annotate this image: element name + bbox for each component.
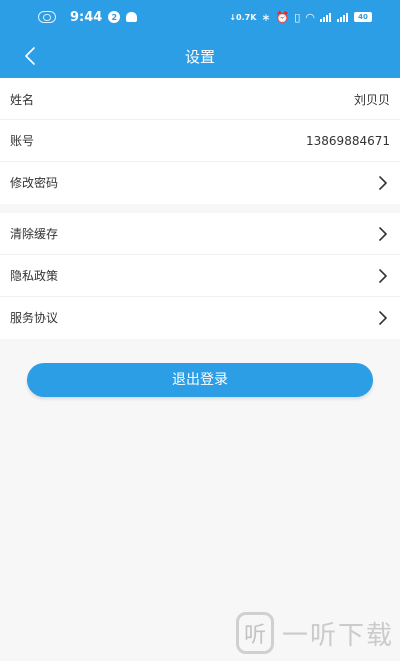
- misc-group: 清除缓存 隐私政策 服务协议: [0, 213, 400, 339]
- assistant-icon: [38, 11, 56, 23]
- privacy-policy-row[interactable]: 隐私政策: [0, 255, 400, 297]
- clear-cache-label: 清除缓存: [10, 227, 59, 241]
- bluetooth-icon: ∗: [261, 10, 271, 24]
- account-row: 账号 13869884671: [0, 120, 400, 162]
- status-bar: 9:44 2 ↓0.7K ∗ ⏰ ▯ ◠ 40: [0, 0, 400, 34]
- app-header: 9:44 2 ↓0.7K ∗ ⏰ ▯ ◠ 40 设置: [0, 0, 400, 78]
- signal-icon: [320, 12, 332, 22]
- wifi-icon: ◠: [305, 10, 315, 24]
- account-group: 姓名 刘贝贝 账号 13869884671 修改密码: [0, 78, 400, 204]
- status-right: ↓0.7K ∗ ⏰ ▯ ◠ 40: [229, 9, 372, 25]
- status-left: 9:44 2: [38, 9, 138, 25]
- privacy-policy-label: 隐私政策: [10, 269, 59, 283]
- account-label: 账号: [10, 134, 35, 148]
- page-title: 设置: [184, 48, 215, 66]
- clear-cache-row[interactable]: 清除缓存: [0, 213, 400, 255]
- chevron-right-icon: [379, 269, 387, 283]
- name-row: 姓名 刘贝贝: [0, 78, 400, 120]
- logout-button[interactable]: 退出登录: [27, 363, 373, 397]
- battery-icon: 40: [354, 12, 372, 22]
- name-label: 姓名: [10, 93, 35, 107]
- service-agreement-label: 服务协议: [10, 311, 59, 325]
- change-password-label: 修改密码: [10, 176, 59, 190]
- vibrate-icon: ▯: [294, 10, 301, 24]
- net-speed: ↓0.7K: [229, 12, 257, 22]
- chevron-right-icon: [379, 176, 387, 190]
- nav-bar: 设置: [0, 34, 400, 78]
- name-value: 刘贝贝: [353, 93, 390, 107]
- change-password-row[interactable]: 修改密码: [0, 162, 400, 204]
- net-speed-value: 0.7K: [236, 12, 257, 22]
- android-icon: [126, 12, 138, 22]
- alarm-icon: ⏰: [275, 10, 290, 24]
- notification-badge: 2: [108, 11, 121, 23]
- service-agreement-row[interactable]: 服务协议: [0, 297, 400, 339]
- chevron-right-icon: [379, 227, 387, 241]
- watermark-text: 一听下载: [281, 620, 394, 651]
- watermark-logo: 听: [235, 612, 274, 654]
- watermark: 听 一听下载: [235, 611, 394, 655]
- status-time: 9:44: [70, 9, 103, 25]
- chevron-right-icon: [379, 311, 387, 325]
- signal-icon-2: [337, 12, 349, 22]
- account-value: 13869884671: [306, 134, 390, 148]
